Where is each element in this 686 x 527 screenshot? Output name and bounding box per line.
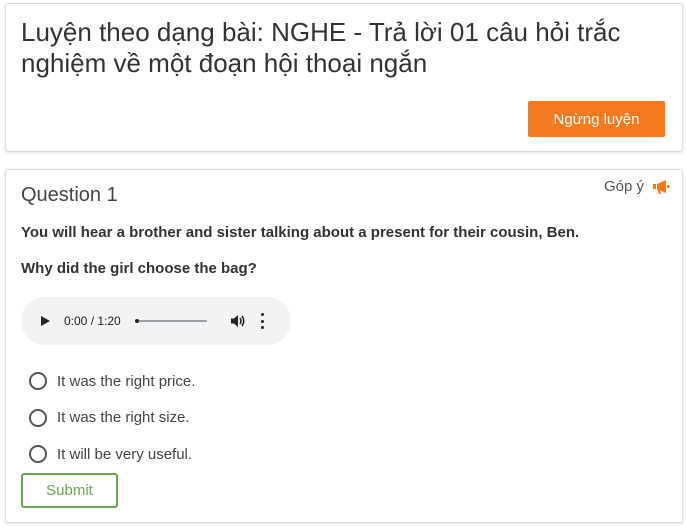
page-title: Luyện theo dạng bài: NGHE - Trả lời 01 c… bbox=[21, 17, 621, 78]
feedback-link[interactable]: Góp ý bbox=[604, 178, 670, 195]
question-context: You will hear a brother and sister talki… bbox=[21, 224, 580, 241]
megaphone-icon bbox=[653, 179, 670, 194]
answer-options: It was the right price. It was the right… bbox=[29, 363, 195, 473]
more-options-icon[interactable] bbox=[261, 313, 265, 329]
audio-player[interactable]: 0:00 / 1:20 bbox=[21, 297, 291, 345]
option-label: It was the right size. bbox=[57, 409, 190, 427]
audio-progress-slider[interactable] bbox=[134, 319, 207, 323]
audio-progress-thumb[interactable] bbox=[134, 319, 139, 323]
radio-button[interactable] bbox=[29, 408, 47, 427]
option-label: It will be very useful. bbox=[57, 445, 193, 463]
radio-button[interactable] bbox=[29, 372, 47, 391]
audio-time: 0:00 / 1:20 bbox=[64, 314, 121, 328]
submit-button[interactable]: Submit bbox=[21, 473, 118, 508]
header-card: Luyện theo dạng bài: NGHE - Trả lời 01 c… bbox=[5, 3, 683, 152]
radio-button[interactable] bbox=[29, 445, 47, 464]
answer-option[interactable]: It will be very useful. bbox=[29, 436, 195, 473]
answer-option[interactable]: It was the right price. bbox=[29, 363, 195, 400]
volume-icon[interactable] bbox=[229, 313, 247, 329]
answer-option[interactable]: It was the right size. bbox=[29, 400, 195, 437]
question-prompt: Why did the girl choose the bag? bbox=[21, 260, 257, 277]
feedback-label: Góp ý bbox=[603, 178, 644, 195]
play-icon[interactable] bbox=[41, 316, 50, 326]
question-title: Question 1 bbox=[21, 184, 118, 206]
option-label: It was the right price. bbox=[57, 372, 196, 390]
question-card: Question 1 Góp ý You will hear a brother… bbox=[5, 169, 683, 523]
stop-practice-button[interactable]: Ngừng luyện bbox=[528, 101, 665, 137]
